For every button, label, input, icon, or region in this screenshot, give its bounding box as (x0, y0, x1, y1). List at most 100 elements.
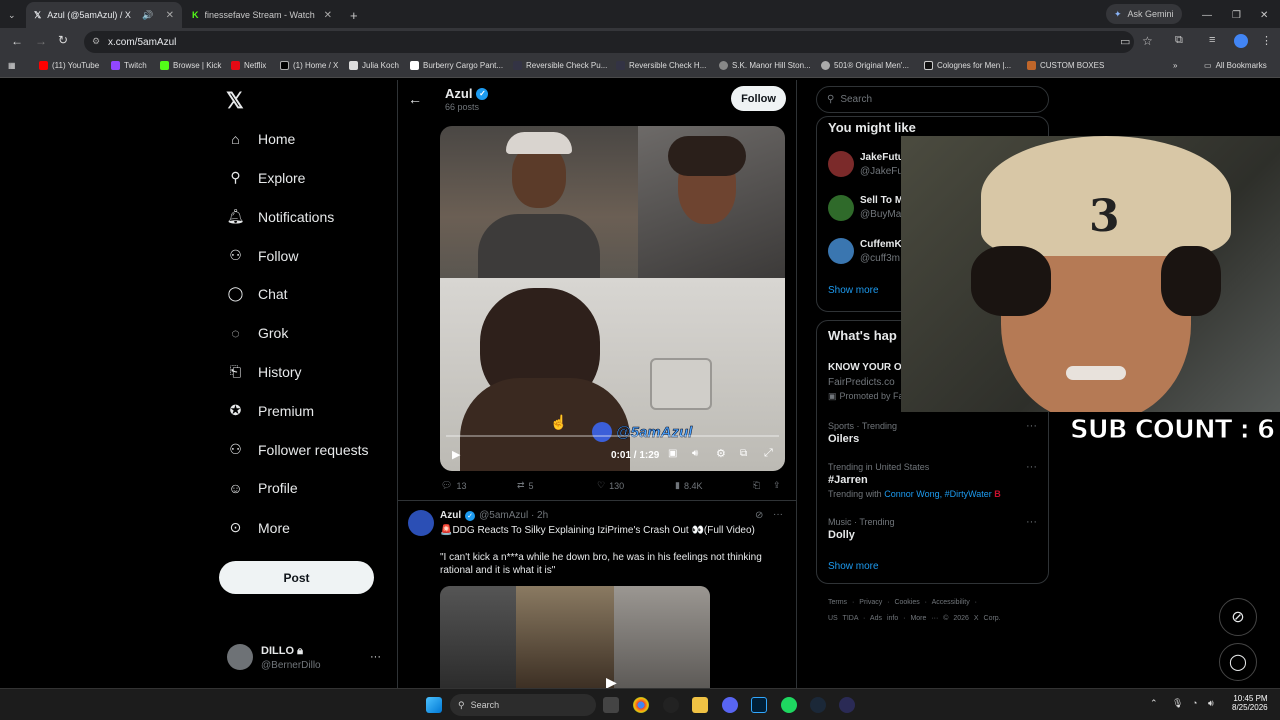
picture-in-picture-icon[interactable]: ⧉ (740, 448, 747, 459)
back-icon[interactable]: ← (11, 34, 23, 48)
tray-chevron-icon[interactable]: ⌃ (1150, 698, 1158, 709)
avatar[interactable] (828, 195, 854, 221)
steam-icon[interactable] (810, 697, 826, 713)
video-player[interactable]: @5amAzul ▶ 0:01 / 1:29 ▣ 🔊︎ ⚙ ⧉ ⤢ (440, 126, 785, 471)
trend-more-icon[interactable]: ··· (1026, 516, 1037, 528)
bookmark-burberry-1[interactable]: Burberry Cargo Pant... (410, 61, 503, 70)
bookmark-reversible-1[interactable]: Reversible Check Pu... (513, 61, 607, 70)
tab-inactive[interactable]: K finessefave Stream - Watch Live ✕ (184, 2, 340, 28)
avatar[interactable] (828, 238, 854, 264)
bookmark-youtube[interactable]: (11) YouTube (39, 61, 99, 70)
bookmark-netflix[interactable]: Netflix (231, 61, 266, 70)
star-icon[interactable]: ☆ (1142, 34, 1153, 48)
reload-icon[interactable]: ↻ (58, 33, 68, 47)
forward-icon[interactable]: → (35, 34, 47, 48)
site-info-icon[interactable]: ⚙ (92, 36, 100, 47)
post-button[interactable]: Post (219, 561, 374, 594)
account-more-button[interactable]: ··· (370, 651, 381, 663)
avatar[interactable] (227, 644, 253, 670)
sidebar-item-premium[interactable]: ✪ Premium (227, 402, 314, 419)
cast-icon[interactable]: ▭ (1120, 35, 1130, 48)
reply-button[interactable]: 💬︎ 13 (441, 480, 466, 491)
taskbar-search[interactable]: ⚲ Search (450, 694, 596, 716)
chat-float-icon[interactable]: ◯ (1219, 643, 1257, 681)
show-more-link[interactable]: Show more (828, 561, 879, 572)
close-tab-icon[interactable]: ✕ (324, 10, 332, 21)
avatar[interactable] (408, 510, 434, 536)
maximize-button[interactable]: ❐ (1224, 2, 1249, 28)
show-more-link[interactable]: Show more (828, 285, 879, 296)
all-bookmarks[interactable]: ▭ All Bookmarks (1204, 61, 1267, 70)
minimize-button[interactable]: — (1194, 2, 1220, 28)
footer-links[interactable]: Terms · Privacy · Cookies · Accessibilit… (828, 599, 977, 606)
repost-button[interactable]: ⇄ 5 (517, 480, 534, 491)
trend-name[interactable]: #Jarren (828, 474, 868, 486)
volume-icon[interactable]: 🔊︎ (1208, 698, 1214, 709)
profile-avatar-icon[interactable] (1234, 34, 1248, 48)
close-tab-icon[interactable]: ✕ (166, 10, 174, 21)
settings-icon[interactable]: ⚙ (716, 447, 726, 460)
play-icon[interactable]: ▶ (606, 674, 617, 688)
play-icon[interactable]: ▶ (452, 448, 460, 461)
tab-list-button[interactable]: ⌄ (4, 2, 24, 28)
follow-button[interactable]: Follow (731, 86, 786, 111)
address-bar[interactable]: ⚙ x.com/5amAzul ▭ ☆ (84, 31, 1153, 53)
like-button[interactable]: ♡ 130 (597, 480, 624, 491)
sidebar-item-home[interactable]: ⌂ Home (227, 130, 295, 147)
ask-gemini-button[interactable]: ✦ Ask Gemini (1106, 4, 1182, 24)
grok-float-icon[interactable]: ⊘ (1219, 598, 1257, 636)
bookmark-julia-koch[interactable]: Julia Koch (349, 61, 399, 70)
suggestion-name[interactable]: JakeFutu (860, 152, 904, 163)
chrome-icon[interactable] (633, 697, 649, 713)
file-explorer-icon[interactable] (692, 697, 708, 713)
task-view-icon[interactable] (603, 697, 619, 713)
suggestion-name[interactable]: Sell To M (860, 195, 903, 206)
volume-icon[interactable]: 🔊︎ (692, 448, 698, 459)
sidebar-item-explore[interactable]: ⚲ Explore (227, 169, 305, 186)
avatar[interactable] (828, 151, 854, 177)
sidebar-item-follower-requests[interactable]: ⚇ Follower requests (227, 441, 368, 458)
obs-icon[interactable] (663, 697, 679, 713)
apps-grid-icon[interactable]: ▦ (8, 61, 16, 70)
fullscreen-icon[interactable]: ⤢ (764, 447, 773, 460)
trend-name[interactable]: Oilers (828, 433, 859, 445)
menu-kebab-icon[interactable]: ⋮ (1261, 34, 1272, 47)
trend-name[interactable]: Dolly (828, 529, 855, 541)
bookmark-twitch[interactable]: Twitch (111, 61, 147, 70)
new-tab-button[interactable]: + (342, 2, 366, 28)
bookmark-custom-boxes[interactable]: CUSTOM BOXES (1027, 61, 1104, 70)
trend-more-icon[interactable]: ··· (1026, 461, 1037, 473)
trend-more-icon[interactable]: ··· (1026, 420, 1037, 432)
footer-links[interactable]: US TIDA · Ads info · More ··· © 2026 X C… (828, 615, 1001, 622)
sidebar-item-notifications[interactable]: 🔔︎ Notifications (227, 208, 335, 225)
sidebar-item-grok[interactable]: ◌ Grok (227, 324, 288, 341)
app-icon[interactable] (839, 697, 855, 713)
back-arrow-icon[interactable]: ← (408, 91, 422, 107)
search-input[interactable]: ⚲ Search (816, 86, 1049, 113)
bookmark-reversible-2[interactable]: Reversible Check H... (616, 61, 706, 70)
views-button[interactable]: ▮ 8.4K (675, 480, 702, 491)
account-name[interactable]: DILLO 🔒︎ (261, 645, 303, 658)
x-logo-icon[interactable]: 𝕏 (226, 88, 244, 114)
bookmark-501[interactable]: 501® Original Men'... (821, 61, 909, 70)
sidebar-item-profile[interactable]: ☺ Profile (227, 479, 297, 496)
discord-icon[interactable] (722, 697, 738, 713)
promo-title[interactable]: KNOW YOUR O (828, 362, 902, 373)
sidebar-item-follow[interactable]: ⚇ Follow (227, 247, 298, 264)
grok-post-icon[interactable]: ⊘ (755, 510, 763, 521)
bookmark-button[interactable]: ⎗ (753, 480, 760, 491)
bookmark-colognes[interactable]: Colognes for Men |... (924, 61, 1011, 70)
post-author[interactable]: Azul ✓ @5amAzul · 2h (440, 510, 548, 521)
extensions-icon[interactable]: ⧉ (1175, 34, 1183, 47)
bookmark-kick[interactable]: Browse | Kick (160, 61, 221, 70)
video-progress-bar[interactable] (446, 435, 779, 437)
post-more-icon[interactable]: ··· (773, 509, 783, 520)
sidebar-item-history[interactable]: ⎗ History (227, 363, 302, 380)
photoshop-icon[interactable] (751, 697, 767, 713)
speaker-icon[interactable]: 🔊 (142, 10, 153, 21)
media-icon[interactable]: ≡ (1209, 34, 1215, 46)
captions-icon[interactable]: ▣ (668, 448, 677, 459)
windows-start-icon[interactable] (426, 697, 442, 713)
sidebar-item-more[interactable]: ⊙ More (227, 519, 290, 536)
share-button[interactable]: ⇪ (773, 480, 781, 491)
